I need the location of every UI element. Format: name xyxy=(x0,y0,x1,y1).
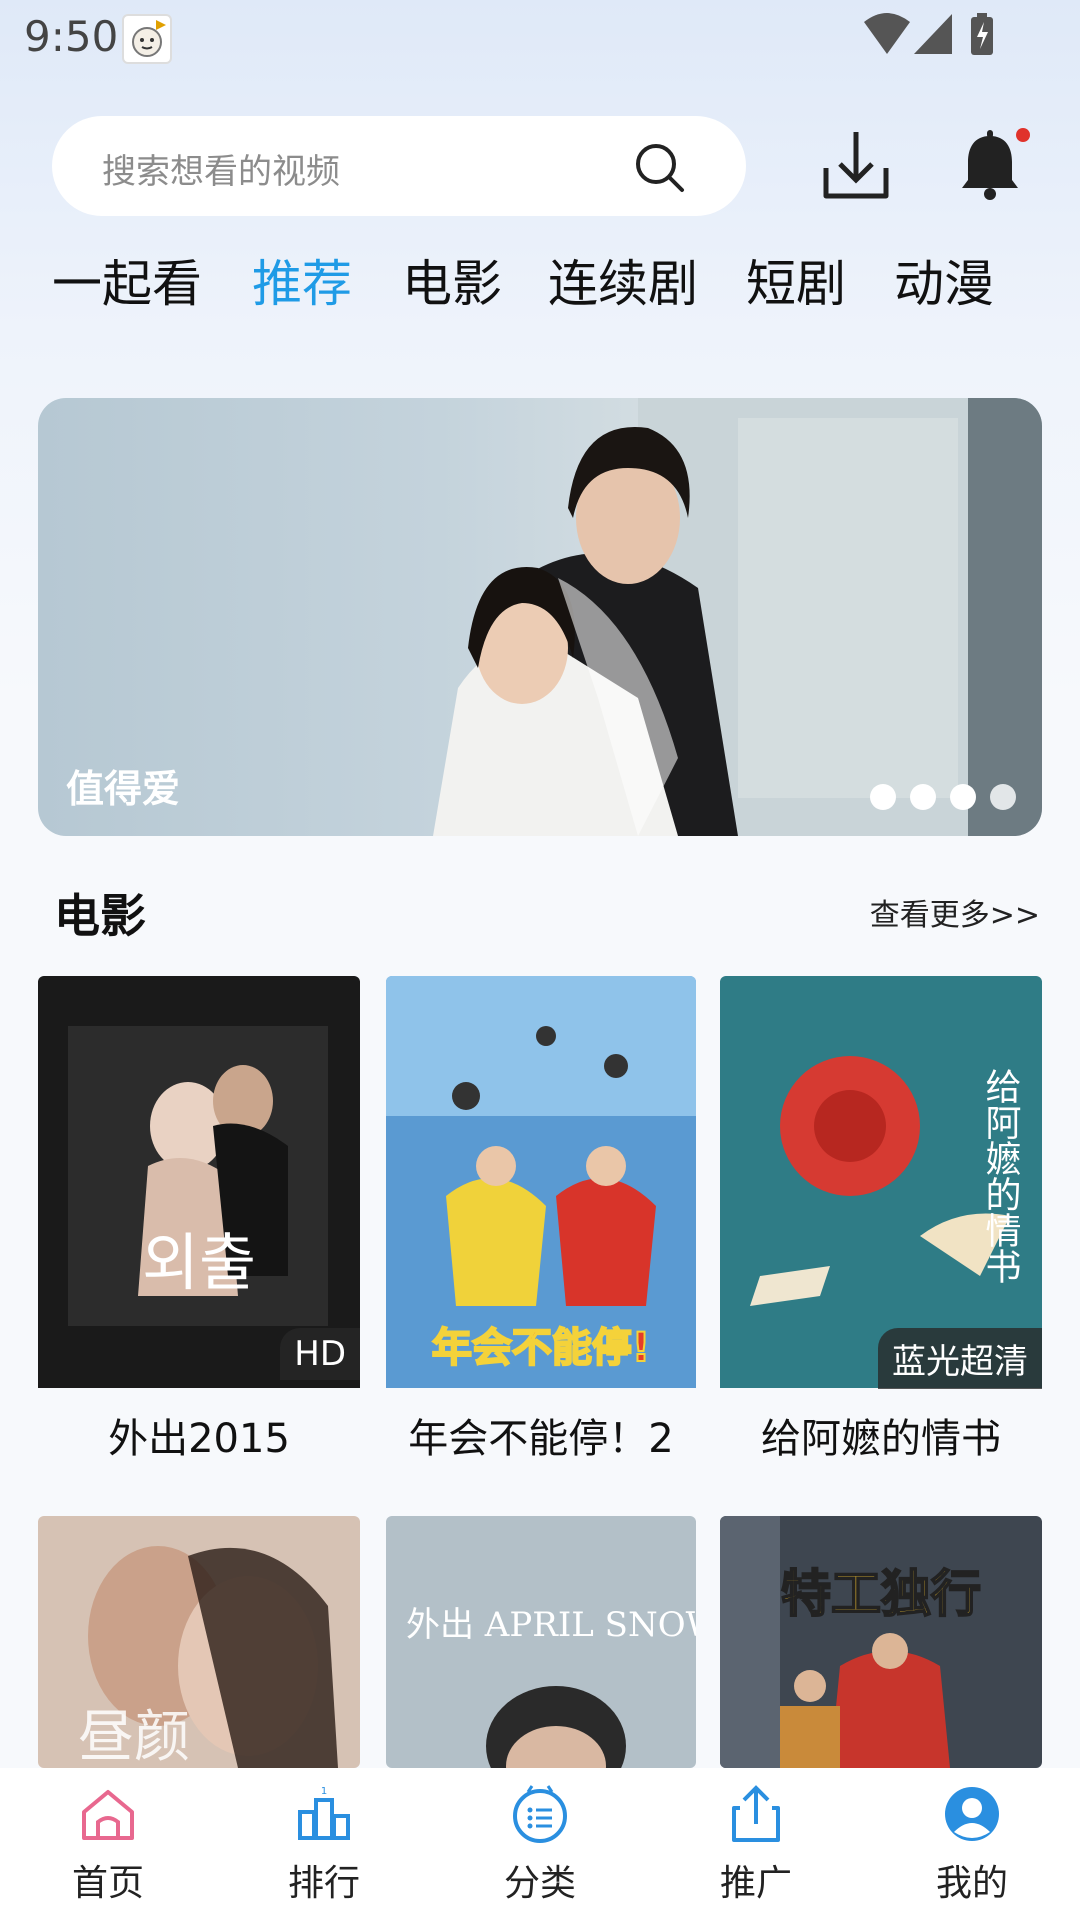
signal-icon xyxy=(914,14,952,54)
nav-home[interactable]: 首页 xyxy=(0,1768,216,1920)
movie-poster: 特工独行 xyxy=(720,1516,1042,1768)
category-icon xyxy=(513,1785,567,1843)
wifi-icon xyxy=(864,13,910,54)
notification-dot xyxy=(1016,128,1030,142)
movie-card[interactable]: 给阿嬷的情书 蓝光超清 给阿嬷的情书 xyxy=(720,976,1042,1466)
tab-short-drama[interactable]: 短剧 xyxy=(746,244,846,316)
battery-icon xyxy=(971,13,993,55)
see-more-link[interactable]: 查看更多>> xyxy=(870,890,1040,934)
nav-label: 首页 xyxy=(71,1863,144,1904)
section-title: 电影 xyxy=(54,889,146,943)
nav-profile[interactable]: 我的 xyxy=(864,1768,1080,1920)
category-tabs: 一起看 推荐 电影 连续剧 短剧 动漫 xyxy=(0,244,1080,324)
movie-card[interactable]: 외출 HD 外出2015 xyxy=(38,976,360,1466)
quality-badge: 蓝光超清 xyxy=(878,1328,1042,1389)
nav-category[interactable]: 分类 xyxy=(432,1768,648,1920)
movie-card[interactable]: 外出 APRIL SNOW xyxy=(386,1516,696,1768)
search-icon[interactable] xyxy=(632,140,688,196)
nav-label: 排行 xyxy=(287,1863,360,1904)
tab-movies[interactable]: 电影 xyxy=(402,244,502,316)
banner-dot[interactable] xyxy=(870,784,896,810)
nav-label: 推广 xyxy=(719,1863,792,1904)
quality-badge: HD xyxy=(280,1328,360,1380)
tab-series[interactable]: 连续剧 xyxy=(548,244,698,316)
movie-poster: 외출 xyxy=(38,976,360,1388)
movie-title: 外出2015 xyxy=(108,1416,290,1462)
banner-pagination[interactable] xyxy=(870,784,1016,810)
home-icon xyxy=(82,1790,134,1840)
poster-text: 외출 xyxy=(142,1226,256,1299)
profile-icon xyxy=(945,1787,999,1841)
movie-card[interactable]: 特工独行 xyxy=(720,1516,1042,1768)
tab-together[interactable]: 一起看 xyxy=(52,244,202,316)
nav-label: 我的 xyxy=(935,1863,1008,1904)
tab-anime[interactable]: 动漫 xyxy=(894,244,994,316)
poster-text: 给阿嬷的情书 xyxy=(980,1068,1022,1284)
download-icon[interactable] xyxy=(816,126,896,206)
ranking-icon: 1 xyxy=(298,1786,350,1840)
search-placeholder: 搜索想看的视频 xyxy=(102,152,340,192)
movie-card[interactable]: 昼颜 xyxy=(38,1516,360,1768)
tab-recommend[interactable]: 推荐 xyxy=(252,244,352,316)
movie-title: 年会不能停！2 xyxy=(408,1416,674,1462)
status-time: 9:50 xyxy=(24,12,119,61)
banner-dot-active[interactable] xyxy=(990,784,1016,810)
nav-promote[interactable]: 推广 xyxy=(648,1768,864,1920)
banner-dot[interactable] xyxy=(950,784,976,810)
movie-card[interactable]: 年会不能停! 年会不能停！2 xyxy=(386,976,696,1466)
app-avatar-icon xyxy=(122,14,172,64)
poster-text: 外出 APRIL SNOW xyxy=(406,1605,696,1645)
hero-banner[interactable]: 值得爱 xyxy=(38,398,1042,836)
search-input[interactable]: 搜索想看的视频 xyxy=(52,116,746,216)
movie-poster: 外出 APRIL SNOW xyxy=(386,1516,696,1768)
nav-ranking[interactable]: 1 排行 xyxy=(216,1768,432,1920)
poster-text: 年会不能停! xyxy=(432,1325,650,1371)
svg-text:1: 1 xyxy=(321,1786,327,1797)
banner-image xyxy=(433,398,1042,836)
movie-poster: 给阿嬷的情书 xyxy=(720,976,1042,1388)
banner-dot[interactable] xyxy=(910,784,936,810)
banner-title: 值得爱 xyxy=(66,767,181,811)
status-bar: 9:50 xyxy=(0,0,1080,80)
movie-poster: 昼颜 xyxy=(38,1516,360,1768)
poster-text: 特工独行 xyxy=(781,1565,981,1623)
share-icon xyxy=(732,1785,780,1842)
poster-text: 昼颜 xyxy=(78,1705,190,1768)
movie-title: 给阿嬷的情书 xyxy=(761,1416,1001,1462)
nav-label: 分类 xyxy=(503,1863,576,1904)
bottom-navigation: 首页 1 排行 分类 推广 我的 xyxy=(0,1768,1080,1920)
movie-poster: 年会不能停! xyxy=(386,976,696,1388)
